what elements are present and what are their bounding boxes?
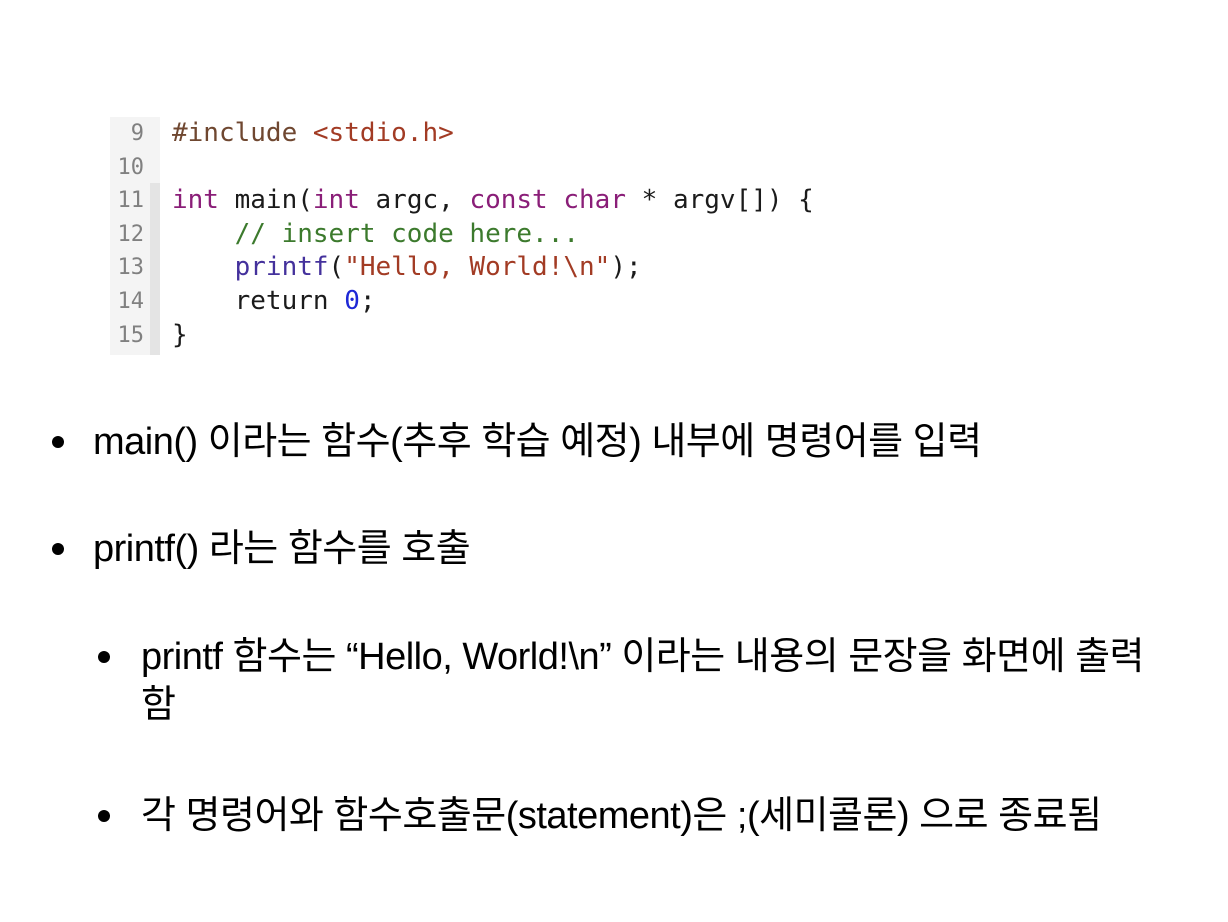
bullet-text: main() 이라는 함수(추후 학습 예정) 내부에 명령어를 입력	[93, 421, 982, 463]
code-token-plain: * argv[]) {	[626, 185, 814, 216]
bullet-text: printf() 라는 함수를 호출	[93, 528, 471, 570]
line-code: // insert code here...	[172, 218, 579, 252]
bullet-text: 각 명령어와 함수호출문(statement)은 ;(세미콜론) 으로 종료됨	[141, 795, 1102, 837]
line-code: int main(int argc, const char * argv[]) …	[172, 184, 814, 218]
code-snippet: 9 #include <stdio.h> 10 11 int main(int argc…	[110, 117, 920, 355]
code-token-keyword: int	[172, 185, 219, 216]
line-number: 11	[117, 188, 145, 214]
line-number: 12	[117, 221, 145, 247]
code-token-plain: argc,	[359, 185, 470, 216]
line-number: 10	[117, 154, 145, 180]
code-token-func: printf	[234, 252, 329, 283]
code-token-keyword: int	[312, 185, 360, 216]
bullet-text: printf 함수는 “Hello, World!\n” 이라는 내용의 문장을…	[141, 636, 1145, 726]
line-number: 15	[117, 322, 145, 348]
code-token-header: <stdio.h>	[312, 118, 454, 148]
bullet-dot-icon	[52, 436, 64, 448]
gutter-highlight-bar	[150, 183, 160, 355]
code-token-number: 0	[344, 286, 360, 316]
code-token-plain: ;	[359, 286, 376, 316]
bullet-dot-icon	[98, 810, 110, 822]
line-number: 14	[117, 289, 145, 314]
bullet-dot-icon	[52, 543, 64, 555]
bullet-dot-icon	[98, 651, 110, 663]
code-token-keyword: const	[469, 185, 548, 216]
code-token-directive: #include	[172, 118, 313, 148]
code-token-keyword: char	[563, 185, 626, 216]
code-token-plain: (	[328, 252, 345, 283]
code-token-string: "Hello, World!\n"	[344, 252, 611, 283]
line-number: 13	[117, 255, 145, 281]
line-code: }	[172, 319, 188, 353]
code-token-plain: );	[610, 252, 642, 283]
code-token-comment: // insert code here...	[234, 218, 579, 249]
code-token-plain: return	[172, 286, 345, 316]
line-code: return 0;	[172, 285, 376, 319]
line-number: 9	[130, 121, 144, 146]
line-code: #include <stdio.h>	[172, 117, 454, 151]
line-code: printf("Hello, World!\n");	[172, 251, 642, 285]
code-token-plain: }	[172, 319, 188, 350]
code-token-plain: main(	[218, 185, 313, 216]
